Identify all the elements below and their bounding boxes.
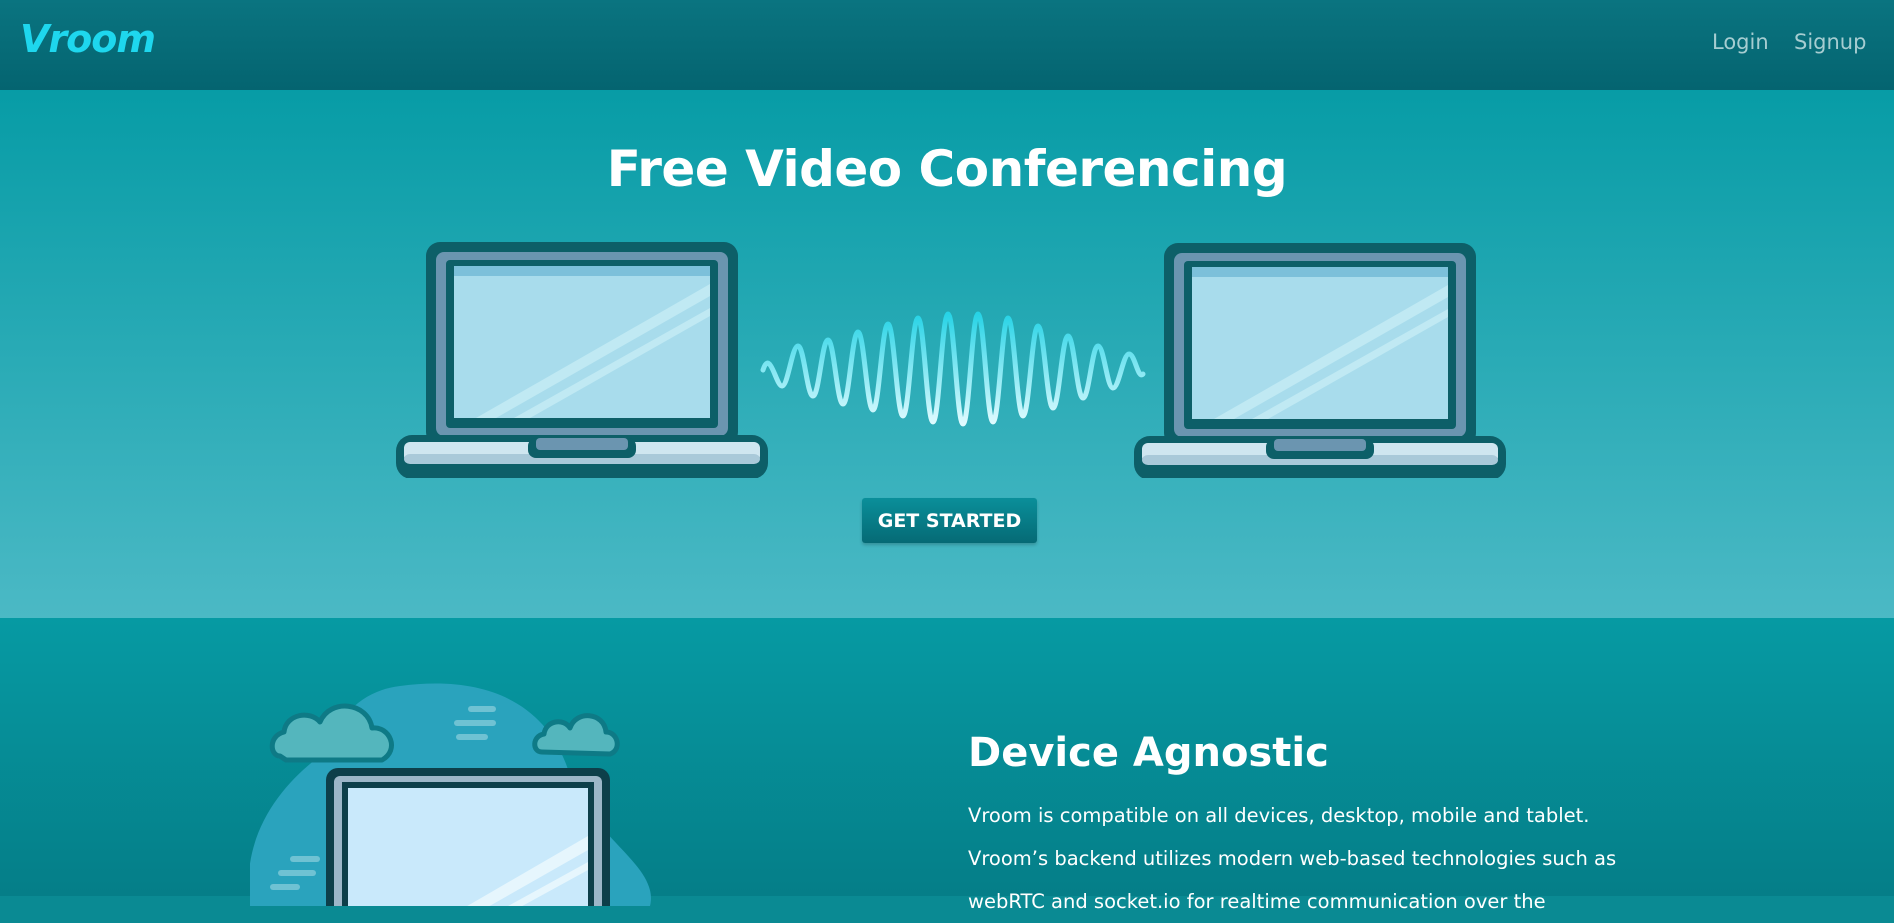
top-navbar: Vroom Login Signup	[0, 0, 1894, 90]
sound-wave-icon	[760, 311, 1146, 427]
laptop-icon	[396, 242, 768, 478]
feature-section: Device Agnostic Vroom is compatible on a…	[0, 618, 1894, 913]
laptop-icon	[1134, 243, 1506, 478]
hero-section: Free Video Conferencing GET STARTED	[0, 90, 1894, 618]
hero-title: Free Video Conferencing	[606, 140, 1288, 198]
laptop-icon	[326, 768, 610, 906]
get-started-button[interactable]: GET STARTED	[862, 498, 1037, 543]
feature-title: Device Agnostic	[968, 730, 1329, 776]
signup-link[interactable]: Signup	[1794, 30, 1866, 54]
cloud-icon	[532, 713, 620, 757]
login-link[interactable]: Login	[1712, 30, 1769, 54]
laptop-clouds-illustration	[250, 683, 651, 906]
brand-logo[interactable]: Vroom	[20, 17, 156, 61]
video-call-illustration	[396, 242, 1506, 478]
feature-description: Vroom is compatible on all devices, desk…	[968, 804, 1617, 913]
